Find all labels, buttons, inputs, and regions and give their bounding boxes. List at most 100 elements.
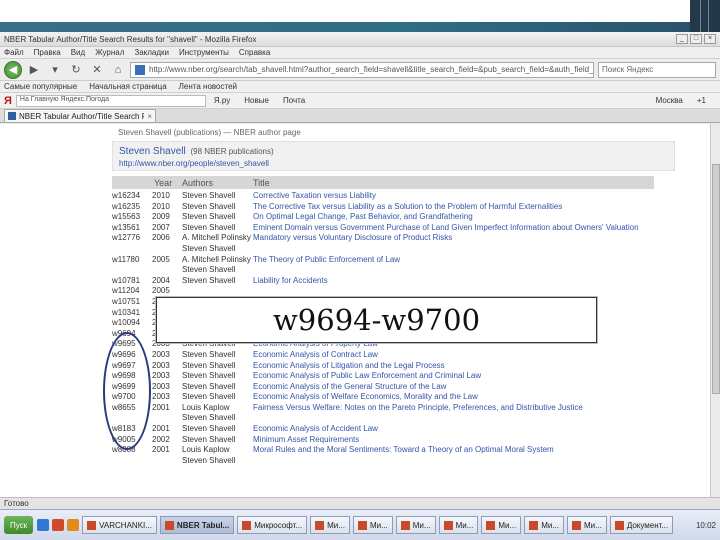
taskbar-button[interactable]: Ми... bbox=[438, 516, 479, 534]
paper-title-link[interactable]: Moral Rules and the Moral Sentiments: To… bbox=[253, 445, 710, 456]
menu-edit[interactable]: Правка bbox=[34, 48, 61, 57]
paper-author: Steven Shavell bbox=[182, 434, 236, 444]
paper-year bbox=[152, 265, 182, 276]
app-icon bbox=[357, 520, 367, 530]
truncated-header-text: Steven Shavell (publications) — NBER aut… bbox=[118, 128, 301, 137]
taskbar-button[interactable]: Документ... bbox=[609, 516, 674, 534]
paper-year: 2003 bbox=[152, 392, 170, 402]
paper-title-link[interactable]: Fairness Versus Welfare: Notes on the Pa… bbox=[253, 403, 710, 414]
table-row: Steven Shavell bbox=[112, 456, 710, 467]
yandex-logo-icon[interactable]: Я bbox=[4, 95, 12, 107]
taskbar-button[interactable]: VARCHANKI... bbox=[82, 516, 157, 534]
quicklaunch-firefox-icon[interactable] bbox=[67, 519, 80, 531]
taskbar-button[interactable]: Ми... bbox=[567, 516, 607, 534]
address-bar[interactable]: http://www.nber.org/search/tab_shavell.h… bbox=[130, 61, 594, 78]
stop-icon[interactable]: ✕ bbox=[88, 61, 106, 79]
dropdown-icon[interactable]: ▾ bbox=[46, 61, 64, 79]
paper-author: Steven Shavell bbox=[182, 392, 236, 402]
tab-close-icon[interactable]: × bbox=[147, 112, 152, 121]
table-row: w15563 2009 Steven Shavell On Optimal Legal… bbox=[112, 212, 710, 223]
paper-title-link[interactable]: Economic Analysis of the General Structu… bbox=[253, 382, 710, 393]
yandex-item[interactable]: Новые bbox=[244, 96, 269, 105]
app-icon bbox=[572, 520, 582, 530]
app-icon bbox=[242, 520, 252, 530]
scrollbar-thumb[interactable] bbox=[712, 164, 720, 394]
results-table-header: Year Authors Title bbox=[112, 176, 654, 189]
header-title: Title bbox=[253, 177, 270, 188]
yandex-item[interactable]: Я.ру bbox=[214, 96, 230, 105]
app-icon bbox=[443, 520, 453, 530]
paper-number: w11204 bbox=[112, 286, 140, 296]
clock: 10:02 bbox=[695, 520, 716, 530]
site-favicon-icon bbox=[135, 64, 145, 75]
paper-title-link[interactable]: Liability for Accidents bbox=[253, 276, 710, 287]
back-arrow-icon[interactable]: ◀ bbox=[4, 60, 22, 79]
taskbar-button[interactable]: Ми... bbox=[481, 516, 522, 534]
bookmark-item[interactable]: Начальная страница bbox=[89, 82, 166, 91]
bookmark-item[interactable]: Самые популярные bbox=[4, 82, 77, 91]
taskbar-button[interactable]: Микрософт... bbox=[237, 516, 308, 534]
weather-city[interactable]: Москва bbox=[656, 96, 683, 105]
paper-title-link[interactable]: Economic Analysis of Welfare Economics, … bbox=[253, 392, 710, 403]
paper-author: Steven Shavell bbox=[182, 371, 236, 381]
maximize-icon[interactable]: □ bbox=[690, 34, 702, 44]
forward-arrow-icon[interactable]: ▶ bbox=[25, 61, 43, 79]
taskbar-button-label: Ми... bbox=[584, 520, 602, 530]
paper-title-link[interactable] bbox=[253, 265, 710, 276]
windows-taskbar: Пуск VARCHANKI... NBER Tabul... Микрософт.… bbox=[0, 509, 720, 540]
quicklaunch-ie-icon[interactable] bbox=[37, 519, 50, 531]
author-url-link[interactable]: http://www.nber.org/people/steven_shavel… bbox=[119, 159, 668, 168]
author-name-link[interactable]: Steven Shavell bbox=[119, 146, 186, 157]
paper-title-link[interactable] bbox=[253, 244, 710, 255]
menu-view[interactable]: Вид bbox=[71, 48, 85, 57]
vertical-scrollbar[interactable] bbox=[710, 124, 720, 497]
paper-title-link[interactable]: The Corrective Tax versus Liability as a… bbox=[253, 202, 710, 213]
menu-file[interactable]: Файл bbox=[4, 48, 24, 57]
taskbar-button[interactable]: Ми... bbox=[524, 516, 565, 534]
tab-nber-search[interactable]: NBER Tabular Author/Title Search Re... × bbox=[4, 109, 156, 122]
menu-tools[interactable]: Инструменты bbox=[179, 48, 229, 57]
menu-help[interactable]: Справка bbox=[239, 48, 270, 57]
menu-history[interactable]: Журнал bbox=[95, 48, 124, 57]
bookmark-item[interactable]: Лента новостей bbox=[179, 82, 237, 91]
paper-title-link[interactable]: Economic Analysis of Litigation and the … bbox=[253, 361, 710, 372]
taskbar-button-label: Ми... bbox=[327, 520, 345, 530]
menu-bookmarks[interactable]: Закладки bbox=[134, 48, 169, 57]
close-icon[interactable]: × bbox=[704, 34, 716, 44]
paper-title-link[interactable]: Corrective Taxation versus Liability bbox=[253, 191, 710, 202]
minimize-icon[interactable]: _ bbox=[676, 34, 688, 44]
paper-title-link[interactable] bbox=[253, 286, 710, 297]
paper-title-link[interactable] bbox=[253, 456, 710, 467]
yandex-search-input[interactable]: На Главную Яндекс.Погода bbox=[15, 94, 206, 107]
paper-author: Steven Shavell bbox=[182, 222, 236, 232]
paper-title-link[interactable]: Minimum Asset Requirements bbox=[253, 435, 710, 446]
paper-author: Steven Shavell bbox=[182, 275, 236, 285]
paper-title-link[interactable]: Economic Analysis of Accident Law bbox=[253, 424, 710, 435]
table-row: w9696 2003 Steven Shavell Economic Analysis… bbox=[112, 350, 710, 361]
quicklaunch-opera-icon[interactable] bbox=[52, 519, 65, 531]
yandex-item[interactable]: Почта bbox=[283, 96, 305, 105]
start-button[interactable]: Пуск bbox=[4, 516, 34, 534]
paper-number bbox=[112, 456, 152, 467]
paper-title-link[interactable]: Eminent Domain versus Government Purchas… bbox=[253, 223, 710, 234]
paper-author: Steven Shavell bbox=[182, 413, 236, 423]
weather-temp[interactable]: +1 bbox=[697, 96, 706, 105]
paper-title-link[interactable]: On Optimal Legal Change, Past Behavior, … bbox=[253, 212, 710, 223]
paper-title-link[interactable]: Economic Analysis of Public Law Enforcem… bbox=[253, 371, 710, 382]
paper-title-link[interactable]: Mandatory versus Voluntary Disclosure of… bbox=[253, 233, 710, 244]
paper-title-link[interactable]: Economic Analysis of Contract Law bbox=[253, 350, 710, 361]
taskbar-button-label: Документ... bbox=[626, 520, 669, 530]
taskbar-button[interactable]: Ми... bbox=[395, 516, 436, 534]
paper-title-link[interactable]: The Theory of Public Enforcement of Law bbox=[253, 255, 710, 266]
header-authors: Authors bbox=[182, 177, 214, 188]
taskbar-button-label: Ми... bbox=[412, 520, 431, 530]
paper-year: 2005 bbox=[152, 286, 170, 296]
search-input[interactable]: Поиск Яндекс bbox=[598, 61, 716, 78]
home-icon[interactable]: ⌂ bbox=[109, 61, 127, 79]
paper-title-link[interactable] bbox=[253, 413, 710, 424]
taskbar-button[interactable]: NBER Tabul... bbox=[159, 516, 235, 534]
reload-icon[interactable]: ↻ bbox=[67, 61, 85, 79]
taskbar-button[interactable]: Ми... bbox=[310, 516, 350, 534]
paper-author: Steven Shavell bbox=[182, 381, 236, 391]
taskbar-button[interactable]: Ми... bbox=[352, 516, 393, 534]
